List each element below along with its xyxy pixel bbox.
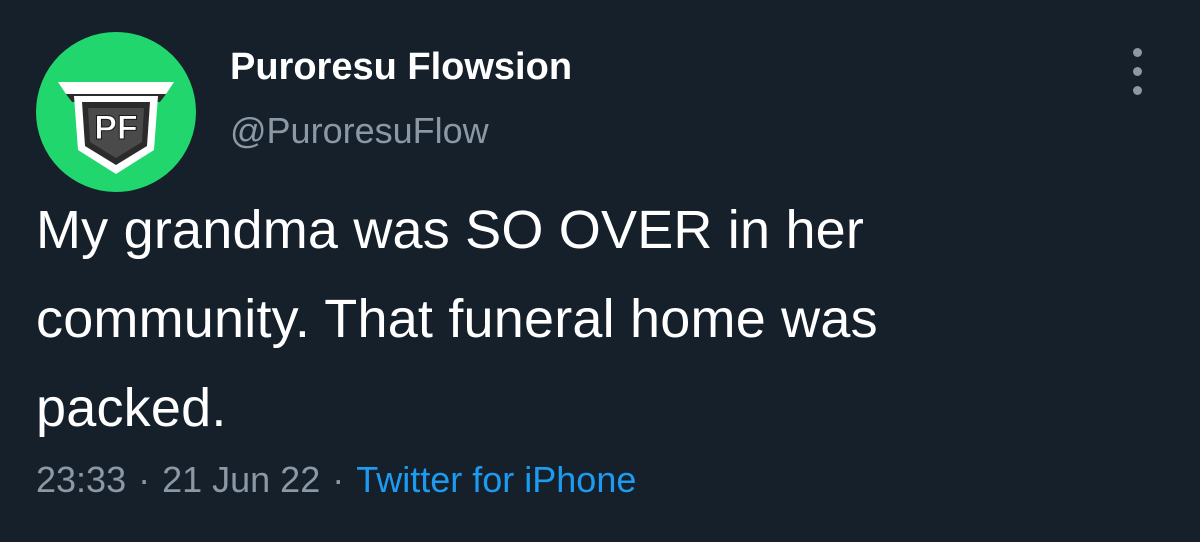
tweet-date[interactable]: 21 Jun 22 xyxy=(162,459,320,500)
tweet-source-link[interactable]: Twitter for iPhone xyxy=(356,459,636,500)
more-options-icon[interactable] xyxy=(1118,42,1158,102)
tweet-text: My grandma was SO OVER in her community.… xyxy=(36,186,1156,453)
meta-separator: · xyxy=(332,459,345,500)
author-handle[interactable]: @PuroresuFlow xyxy=(230,109,489,153)
author-display-name[interactable]: Puroresu Flowsion xyxy=(230,44,572,90)
tweet-card: PF Puroresu Flowsion @PuroresuFlow My gr… xyxy=(0,0,1200,542)
meta-separator: · xyxy=(138,459,151,500)
tweet-time[interactable]: 23:33 xyxy=(36,459,126,500)
more-dot xyxy=(1133,48,1142,57)
svg-text:PF: PF xyxy=(94,109,137,147)
tweet-text-line: My grandma was SO OVER in her xyxy=(36,200,865,260)
more-dot xyxy=(1133,86,1142,95)
avatar[interactable]: PF xyxy=(36,32,196,192)
tweet-text-line: packed. xyxy=(36,378,227,438)
more-dot xyxy=(1133,67,1142,76)
pf-shield-logo-icon: PF xyxy=(58,82,174,174)
tweet-text-line: community. That funeral home was xyxy=(36,289,878,349)
tweet-meta: 23:33 · 21 Jun 22 · Twitter for iPhone xyxy=(36,458,636,502)
